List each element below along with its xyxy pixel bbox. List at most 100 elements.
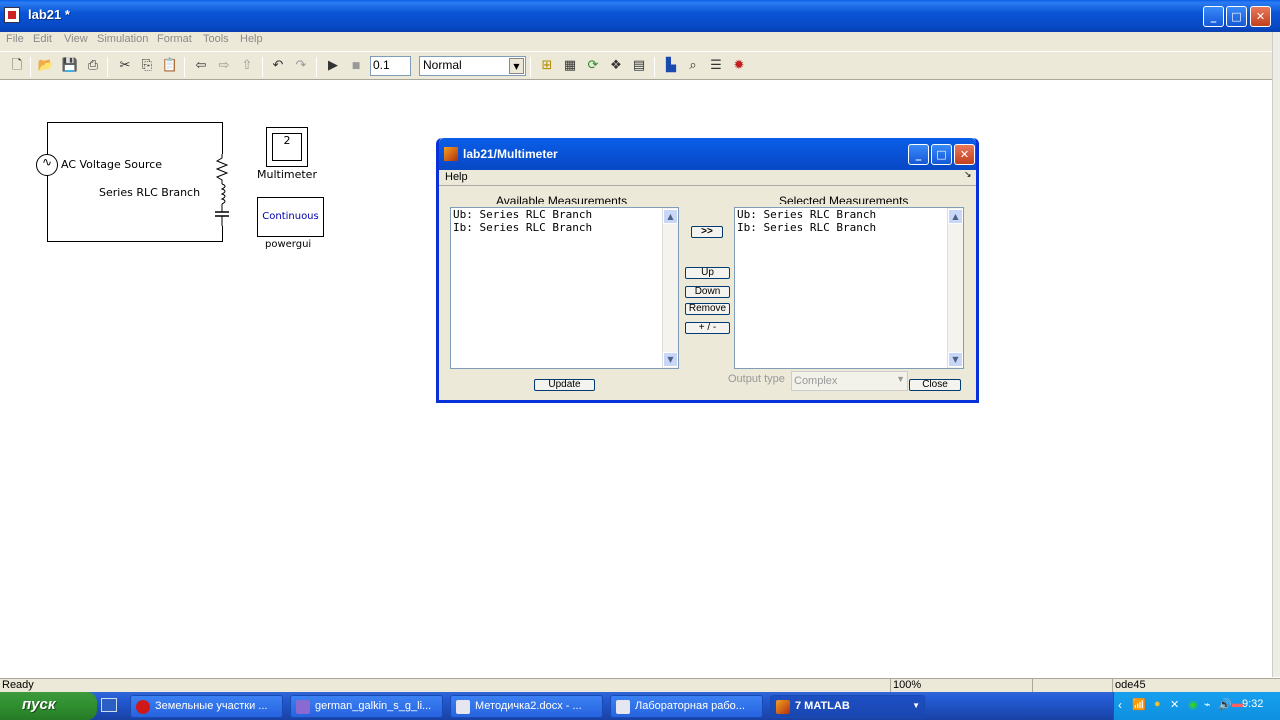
volume-icon[interactable]: 🔊 — [1218, 698, 1232, 711]
add-measurement-button[interactable]: >> — [691, 226, 723, 238]
properties-icon[interactable]: ☰ — [707, 57, 725, 75]
ac-source-icon[interactable]: ∿ — [36, 154, 58, 176]
list-item[interactable]: Ub: Series RLC Branch — [453, 208, 592, 221]
save-icon[interactable]: 💾 — [61, 57, 79, 75]
library-icon[interactable]: ❖ — [607, 57, 625, 75]
list-item[interactable]: Ub: Series RLC Branch — [737, 208, 876, 221]
chevron-down-icon[interactable]: ▼ — [896, 374, 905, 384]
list-item[interactable]: Ib: Series RLC Branch — [453, 221, 592, 234]
rlc-branch-block[interactable] — [213, 154, 231, 226]
print-icon[interactable]: ⎙ — [84, 57, 102, 75]
task-word-document[interactable]: Методичка2.docx - ... — [450, 695, 603, 718]
scroll-down-icon[interactable]: ▼ — [948, 352, 963, 367]
available-measurements-list[interactable]: Ub: Series RLC Branch Ib: Series RLC Bra… — [450, 207, 679, 369]
menu-simulation[interactable]: Simulation — [97, 33, 148, 45]
stop-time-input[interactable]: 0.1 — [370, 56, 411, 76]
stop-simulation-icon[interactable]: ■ — [347, 57, 365, 75]
matlab-icon — [444, 147, 458, 161]
dock-icon[interactable]: ↘ — [964, 170, 972, 180]
chevron-down-icon[interactable]: ▼ — [509, 58, 524, 74]
dialog-menu-help[interactable]: Help — [445, 171, 468, 183]
menu-view[interactable]: View — [64, 33, 88, 45]
close-dialog-button[interactable]: Close — [909, 379, 961, 391]
output-type-label: Output type — [728, 373, 785, 385]
task-opera[interactable]: Земельные участки ... — [130, 695, 283, 718]
available-list-scrollbar[interactable]: ▲ ▼ — [662, 208, 678, 368]
down-button[interactable]: Down — [685, 286, 730, 298]
menu-format[interactable]: Format — [157, 33, 192, 45]
tools-icon[interactable]: ✕ — [1170, 698, 1179, 711]
sign-toggle-button[interactable]: + / - — [685, 322, 730, 334]
update-icon[interactable]: ◉ — [1188, 698, 1198, 711]
show-desktop-icon[interactable] — [101, 698, 117, 712]
taskbar: пуск Земельные участки ... german_galkin… — [0, 692, 1280, 720]
scroll-up-icon[interactable]: ▲ — [948, 209, 963, 224]
dialog-maximize-button[interactable]: □ — [931, 144, 952, 165]
open-icon[interactable]: 📂 — [37, 57, 55, 75]
selected-measurements-list[interactable]: Ub: Series RLC Branch Ib: Series RLC Bra… — [734, 207, 964, 369]
copy-icon[interactable]: ⎘ — [138, 57, 156, 75]
menu-edit[interactable]: Edit — [33, 33, 52, 45]
multimeter-block[interactable]: 2 — [266, 127, 308, 167]
remove-button[interactable]: Remove — [685, 303, 730, 315]
canvas-vertical-scrollbar[interactable] — [1272, 32, 1280, 677]
clock[interactable]: 9:32 — [1242, 698, 1263, 710]
task-pdf[interactable]: german_galkin_s_g_li... — [290, 695, 443, 718]
cut-icon[interactable]: ✂ — [116, 57, 134, 75]
refresh-icon[interactable]: ⟳ — [584, 57, 602, 75]
start-simulation-icon[interactable]: ▶ — [324, 57, 342, 75]
rlc-symbol-icon — [215, 154, 229, 226]
build-icon[interactable]: ⊞ — [538, 57, 556, 75]
menu-help[interactable]: Help — [240, 33, 263, 45]
rlc-branch-label: Series RLC Branch — [99, 186, 201, 199]
model-explorer-icon[interactable]: ▤ — [630, 57, 648, 75]
dialog-close-button[interactable]: ✕ — [954, 144, 975, 165]
close-button[interactable]: ✕ — [1250, 6, 1271, 27]
menu-tools[interactable]: Tools — [203, 33, 229, 45]
profiler-icon[interactable]: ✹ — [730, 57, 748, 75]
pdf-icon — [296, 700, 310, 714]
word-icon — [456, 700, 470, 714]
dialog-minimize-button[interactable]: _ — [908, 144, 929, 165]
selected-list-scrollbar[interactable]: ▲ ▼ — [947, 208, 963, 368]
up-level-icon[interactable]: ⇧ — [238, 57, 256, 75]
system-tray: ‹ 📶 ● ✕ ◉ ⌁ 🔊 ▬ 9:32 — [1113, 692, 1280, 720]
update-diagram-icon[interactable]: ▦ — [561, 57, 579, 75]
scroll-up-icon[interactable]: ▲ — [663, 209, 678, 224]
task-lab-document[interactable]: Лабораторная рабо... — [610, 695, 763, 718]
status-text: Ready — [2, 679, 34, 691]
simulation-mode-value: Normal — [423, 58, 462, 72]
list-item[interactable]: Ib: Series RLC Branch — [737, 221, 876, 234]
zoom-level: 100% — [890, 679, 1032, 693]
forward-icon[interactable]: ⇨ — [215, 57, 233, 75]
simulation-mode-select[interactable]: Normal ▼ — [419, 56, 526, 76]
update-button[interactable]: Update — [534, 379, 595, 391]
minimize-button[interactable]: _ — [1203, 6, 1224, 27]
opera-icon — [136, 700, 150, 714]
tray-expand-icon[interactable]: ‹ — [1118, 698, 1122, 712]
maximize-button[interactable]: □ — [1226, 6, 1247, 27]
dialog-menu-bar: Help ↘ — [439, 170, 976, 186]
undo-icon[interactable]: ↶ — [269, 57, 287, 75]
scroll-down-icon[interactable]: ▼ — [663, 352, 678, 367]
start-button[interactable]: пуск — [0, 692, 97, 720]
zoom-icon[interactable]: ⌕ — [684, 57, 702, 75]
window-titlebar: lab21 * _ □ ✕ — [0, 0, 1280, 32]
new-model-icon[interactable]: 🗋 — [8, 57, 26, 75]
powergui-block[interactable]: Continuous — [257, 197, 324, 237]
network-icon[interactable]: 📶 — [1132, 698, 1146, 711]
usb-icon[interactable]: ⌁ — [1204, 698, 1211, 711]
toolbar: 🗋 📂 💾 ⎙ ✂ ⎘ 📋 ⇦ ⇨ ⇧ ↶ ↷ ▶ ■ ⊞ ▦ ⟳ ❖ ▤ ▙ … — [0, 52, 1272, 80]
up-button[interactable]: Up — [685, 267, 730, 279]
menu-file[interactable]: File — [6, 33, 24, 45]
paste-icon[interactable]: 📋 — [161, 57, 179, 75]
status-cell-empty — [1032, 679, 1112, 693]
security-icon[interactable]: ● — [1154, 698, 1161, 710]
multimeter-dialog: lab21/Multimeter _ □ ✕ Help ↘ Available … — [436, 138, 979, 403]
output-type-select[interactable]: Complex ▼ — [791, 371, 908, 391]
circuit-loop — [47, 122, 223, 242]
debug-icon[interactable]: ▙ — [662, 57, 680, 75]
back-icon[interactable]: ⇦ — [192, 57, 210, 75]
task-matlab-group[interactable]: 7 MATLAB ▼ — [770, 695, 925, 718]
redo-icon[interactable]: ↷ — [292, 57, 310, 75]
